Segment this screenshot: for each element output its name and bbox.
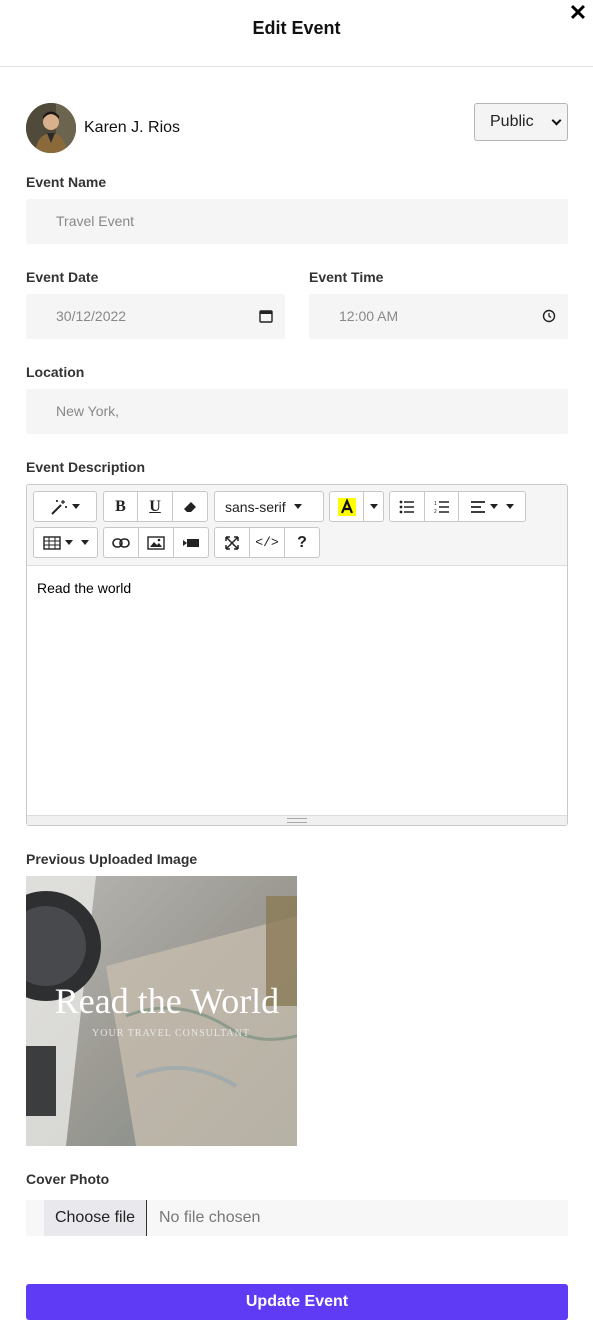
location-value: New York,: [56, 403, 120, 419]
view-group: </> ?: [214, 527, 320, 558]
previous-uploaded-image: Read the World YOUR TRAVEL CONSULTANT: [26, 876, 297, 1146]
align-dropdown-button[interactable]: [459, 492, 525, 521]
link-icon: [112, 537, 130, 548]
fullscreen-icon: [225, 535, 239, 550]
ordered-list-button[interactable]: 1 2: [425, 492, 459, 521]
font-family-value: sans-serif: [225, 498, 286, 515]
modal-header: Edit Event ✕: [0, 0, 593, 67]
chevron-down-icon: [490, 504, 498, 509]
align-left-icon: [471, 500, 485, 513]
chevron-down-icon: [64, 540, 73, 545]
clock-icon[interactable]: [542, 309, 556, 323]
image-title-text: Read the World: [54, 981, 280, 1021]
description-label: Event Description: [26, 459, 146, 475]
previous-image-label: Previous Uploaded Image: [26, 851, 198, 867]
unordered-list-button[interactable]: [390, 492, 425, 521]
table-dropdown-button[interactable]: [34, 528, 97, 557]
font-style-group: B U: [103, 491, 208, 522]
location-input[interactable]: New York,: [26, 389, 568, 434]
font-family-dropdown[interactable]: sans-serif: [215, 492, 323, 521]
choose-file-button[interactable]: Choose file: [44, 1200, 147, 1236]
style-group: [33, 491, 97, 522]
color-dropdown-button[interactable]: [364, 492, 383, 521]
video-icon: [183, 538, 199, 547]
chevron-down-icon: [506, 504, 514, 509]
fullscreen-button[interactable]: [215, 528, 250, 557]
chevron-down-icon: [551, 115, 562, 126]
editor-toolbar: B U sans-serif 1 2 </> ?: [27, 485, 567, 566]
help-button[interactable]: ?: [285, 528, 319, 557]
event-name-label: Event Name: [26, 174, 107, 190]
chevron-down-icon: [293, 504, 302, 509]
bullet-list-icon: [399, 500, 414, 513]
rich-text-editor: B U sans-serif 1 2 </> ? Read the world: [26, 484, 568, 826]
image-icon: [147, 535, 165, 550]
eraser-icon: [184, 501, 196, 512]
grip-icon: [287, 818, 307, 823]
editor-text: Read the world: [37, 580, 132, 596]
code-view-button[interactable]: </>: [250, 528, 285, 557]
text-color-button[interactable]: [330, 492, 364, 521]
cover-photo-label: Cover Photo: [26, 1171, 110, 1187]
event-time-label: Event Time: [309, 269, 384, 285]
event-date-label: Event Date: [26, 269, 99, 285]
update-event-button[interactable]: Update Event: [26, 1284, 568, 1320]
svg-text:2: 2: [434, 509, 437, 514]
insert-image-button[interactable]: [139, 528, 174, 557]
event-time-value: 12:00 AM: [339, 308, 399, 324]
editor-content[interactable]: Read the world: [27, 566, 567, 816]
font-family-group: sans-serif: [214, 491, 324, 522]
help-icon: ?: [297, 533, 307, 551]
bold-button[interactable]: B: [104, 492, 138, 521]
event-date-value: 30/12/2022: [56, 308, 127, 324]
event-time-input[interactable]: 12:00 AM: [309, 294, 568, 339]
avatar: [26, 103, 76, 153]
magic-wand-icon: [51, 499, 67, 515]
underline-button[interactable]: U: [138, 492, 173, 521]
eraser-button[interactable]: [173, 492, 207, 521]
editor-resize-handle[interactable]: [27, 815, 567, 825]
location-label: Location: [26, 364, 85, 380]
numbered-list-icon: 1 2: [434, 501, 449, 514]
table-group: [33, 527, 98, 558]
insert-link-button[interactable]: [104, 528, 139, 557]
paragraph-group: 1 2: [389, 491, 526, 522]
chevron-down-icon: [72, 504, 80, 509]
chevron-down-icon: [369, 504, 378, 509]
close-icon[interactable]: ✕: [568, 2, 588, 24]
event-date-input[interactable]: 30/12/2022: [26, 294, 285, 339]
style-dropdown-button[interactable]: [34, 492, 96, 521]
image-subtitle-text: YOUR TRAVEL CONSULTANT: [92, 1028, 250, 1039]
insert-video-button[interactable]: [174, 528, 208, 557]
user-name: Karen J. Rios: [84, 119, 181, 136]
insert-group: [103, 527, 209, 558]
calendar-icon[interactable]: [259, 309, 273, 323]
privacy-select[interactable]: Public: [474, 103, 568, 141]
chevron-down-icon: [80, 540, 89, 545]
modal-title: Edit Event: [252, 18, 341, 38]
file-status-text: No file chosen: [159, 1209, 261, 1226]
table-icon: [42, 535, 61, 550]
text-color-icon: [337, 497, 356, 516]
privacy-select-value: Public: [490, 113, 534, 130]
cover-photo-input[interactable]: Choose file No file chosen: [26, 1200, 568, 1236]
color-group: [329, 491, 384, 522]
event-name-input[interactable]: Travel Event: [26, 199, 568, 244]
svg-text:1: 1: [434, 501, 437, 507]
code-icon: </>: [255, 535, 279, 550]
event-name-value: Travel Event: [56, 213, 135, 229]
user-row: Karen J. Rios Public: [26, 103, 568, 153]
